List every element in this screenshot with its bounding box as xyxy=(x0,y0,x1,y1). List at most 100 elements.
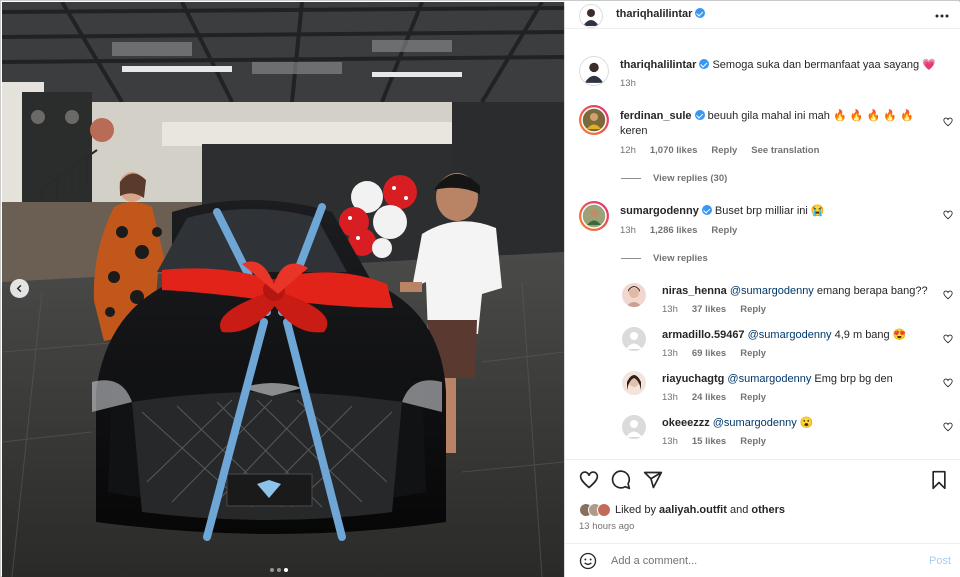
like-comment-heart-icon[interactable] xyxy=(943,117,953,127)
reply-username[interactable]: okeeezzz xyxy=(662,417,710,429)
view-replies-button[interactable]: View replies xyxy=(621,253,708,264)
reply-avatar[interactable] xyxy=(622,371,646,395)
post-side-panel: thariqhalilintar thariqhalilintar Semoga… xyxy=(564,2,960,577)
reply-mention[interactable]: @sumargodenny xyxy=(727,373,811,385)
view-replies-button[interactable]: View replies (30) xyxy=(621,173,727,184)
reply-likes[interactable]: 15 likes xyxy=(692,436,726,447)
emoji-smiley-icon[interactable] xyxy=(579,552,597,570)
liked-by-text: Liked by aaliyah.outfit and others xyxy=(615,504,785,516)
reply-likes[interactable]: 37 likes xyxy=(692,304,726,315)
reply-meta: 13h 24 likes Reply xyxy=(662,392,766,403)
comment-text: ferdinan_sule beuuh gila mahal ini mah 🔥… xyxy=(620,109,940,139)
comment-username[interactable]: ferdinan_sule xyxy=(620,110,692,122)
see-translation-button[interactable]: See translation xyxy=(751,145,819,156)
reply-button[interactable]: Reply xyxy=(740,304,766,315)
reply-text: niras_henna @sumargodenny emang berapa b… xyxy=(662,284,942,299)
like-comment-heart-icon[interactable] xyxy=(943,210,953,220)
reply-text: riayuchagtg @sumargodenny Emg brp bg den xyxy=(662,372,942,387)
author-username[interactable]: thariqhalilintar xyxy=(616,8,706,20)
comment-username[interactable]: sumargodenny xyxy=(620,205,699,217)
add-comment-input[interactable] xyxy=(611,552,911,570)
default-avatar-icon xyxy=(626,332,642,349)
caption-body: Semoga suka dan bermanfaat yaa sayang 💗 xyxy=(712,59,936,71)
reply-avatar[interactable] xyxy=(622,415,646,439)
reply-button[interactable]: Reply xyxy=(740,348,766,359)
reply-text: okeeezzz @sumargodenny 😮 xyxy=(662,416,942,431)
verified-badge-icon xyxy=(701,205,712,215)
comment-time: 12h xyxy=(620,145,636,156)
like-comment-heart-icon[interactable] xyxy=(943,422,953,432)
liker-avatar xyxy=(597,503,611,517)
like-comment-heart-icon[interactable] xyxy=(943,378,953,388)
reply-time: 13h xyxy=(662,348,678,359)
avatar-image xyxy=(581,107,607,133)
post-comment-button[interactable]: Post xyxy=(929,555,951,567)
reply-body: Emg brp bg den xyxy=(814,373,893,385)
like-heart-icon[interactable] xyxy=(579,470,599,490)
add-comment-bar: Post xyxy=(565,543,960,577)
reply-username[interactable]: armadillo.59467 xyxy=(662,329,745,341)
liked-by-row[interactable]: Liked by aaliyah.outfit and others xyxy=(579,503,785,517)
reply-mention[interactable]: @sumargodenny xyxy=(748,329,832,341)
avatar-image xyxy=(584,62,604,83)
author-avatar[interactable] xyxy=(579,4,603,28)
reply-username[interactable]: riayuchagtg xyxy=(662,373,724,385)
reply-time: 13h xyxy=(662,304,678,315)
avatar-image xyxy=(581,203,607,229)
reply-button[interactable]: Reply xyxy=(711,225,737,236)
liked-by-user[interactable]: aaliyah.outfit xyxy=(659,504,727,516)
default-avatar-icon xyxy=(626,420,642,437)
post-actions: Liked by aaliyah.outfit and others 13 ho… xyxy=(565,459,960,543)
comment-time: 13h xyxy=(620,225,636,236)
verified-badge-icon xyxy=(695,8,706,18)
caption-avatar[interactable] xyxy=(579,56,609,86)
caption-username[interactable]: thariqhalilintar xyxy=(620,59,696,71)
reply-username[interactable]: niras_henna xyxy=(662,285,727,297)
reply-meta: 13h 69 likes Reply xyxy=(662,348,766,359)
more-horizontal-icon xyxy=(935,14,949,18)
post-dialog: thariqhalilintar thariqhalilintar Semoga… xyxy=(0,0,960,577)
carousel-dot xyxy=(270,568,274,572)
reply-mention[interactable]: @sumargodenny xyxy=(713,417,797,429)
reply-likes[interactable]: 69 likes xyxy=(692,348,726,359)
verified-badge-icon xyxy=(699,59,710,69)
post-time-ago: 13 hours ago xyxy=(579,521,635,532)
reply-mention[interactable]: @sumargodenny xyxy=(730,285,814,297)
reply-time: 13h xyxy=(662,392,678,403)
comment-avatar[interactable] xyxy=(579,105,609,135)
post-photo[interactable] xyxy=(2,2,564,577)
like-comment-heart-icon[interactable] xyxy=(943,334,953,344)
caption-meta: 13h xyxy=(620,78,636,89)
comment-likes[interactable]: 1,070 likes xyxy=(650,145,698,156)
reply-avatar[interactable] xyxy=(622,283,646,307)
reply-avatar[interactable] xyxy=(622,327,646,351)
previous-image-button[interactable] xyxy=(10,279,29,298)
reply-meta: 13h 37 likes Reply xyxy=(662,304,766,315)
more-options-button[interactable] xyxy=(935,7,949,19)
divider-line xyxy=(621,258,641,259)
avatar-image xyxy=(627,375,641,390)
carousel-dots xyxy=(270,568,288,572)
like-comment-heart-icon[interactable] xyxy=(943,290,953,300)
reply-text: armadillo.59467 @sumargodenny 4,9 m bang… xyxy=(662,328,942,343)
comment-likes[interactable]: 1,286 likes xyxy=(650,225,698,236)
post-header: thariqhalilintar xyxy=(565,2,960,29)
reply-meta: 13h 15 likes Reply xyxy=(662,436,766,447)
reply-time: 13h xyxy=(662,436,678,447)
caption-text: thariqhalilintar Semoga suka dan bermanf… xyxy=(620,58,940,73)
share-paper-plane-icon[interactable] xyxy=(643,470,663,490)
comment-meta: 12h 1,070 likes Reply See translation xyxy=(620,145,819,156)
reply-likes[interactable]: 24 likes xyxy=(692,392,726,403)
reply-button[interactable]: Reply xyxy=(740,436,766,447)
verified-badge-icon xyxy=(694,110,705,120)
reply-button[interactable]: Reply xyxy=(711,145,737,156)
comment-avatar[interactable] xyxy=(579,201,609,231)
liked-by-others[interactable]: others xyxy=(751,504,785,516)
save-bookmark-icon[interactable] xyxy=(929,470,949,490)
comments-section: thariqhalilintar Semoga suka dan bermanf… xyxy=(565,30,960,460)
comment-body-line1: beuuh gila mahal ini mah 🔥 🔥 🔥 🔥 🔥 xyxy=(707,110,914,122)
avatar-image xyxy=(583,9,599,26)
comment-bubble-icon[interactable] xyxy=(611,470,631,490)
reply-button[interactable]: Reply xyxy=(740,392,766,403)
liked-by-and: and xyxy=(729,504,749,516)
